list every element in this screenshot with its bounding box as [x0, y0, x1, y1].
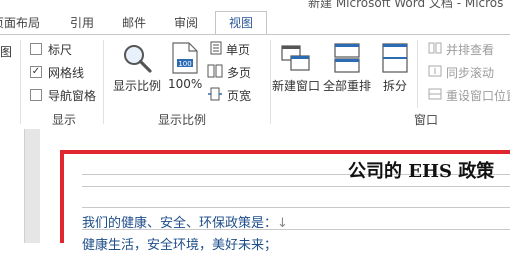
gridline	[82, 186, 510, 187]
zoom-100-button[interactable]: 100 100%	[167, 40, 205, 102]
zoom-100-label: 100%	[168, 77, 203, 91]
document-paragraph[interactable]: 我们的健康、安全、环保政策是：↓	[82, 212, 288, 231]
checkbox-unchecked-icon	[30, 43, 42, 55]
page-width-label: 页宽	[227, 88, 252, 103]
zoom-button-label: 显示比例	[113, 79, 162, 93]
document-heading[interactable]: 公司的 EHS 政策	[348, 157, 494, 183]
paragraph-text: 健康生活，安全环境，美好未来；	[82, 238, 278, 253]
reset-window-icon	[428, 88, 442, 103]
percent-icon-text: 100	[178, 60, 191, 68]
sync-scroll-icon	[428, 65, 442, 80]
checkbox-unchecked-icon	[30, 89, 42, 101]
multiple-pages-icon	[207, 64, 223, 81]
tab-review[interactable]: 审阅	[166, 12, 206, 34]
reset-window-position-label: 重设窗口位置	[446, 88, 510, 103]
multiple-pages-label: 多页	[227, 65, 252, 80]
view-side-by-side-label: 并排查看	[446, 42, 495, 57]
page-width-button[interactable]: 页宽	[207, 86, 251, 104]
ruler-label: 标尺	[48, 42, 73, 57]
tab-page-layout[interactable]: 页面布局	[0, 12, 44, 34]
view-side-by-side-button[interactable]: 并排查看	[428, 40, 494, 58]
vertical-ruler	[0, 129, 25, 243]
split-button[interactable]: 拆分	[377, 40, 413, 102]
ruler-checkbox[interactable]: 标尺	[30, 40, 72, 58]
synchronous-scrolling-label: 同步滚动	[446, 65, 495, 80]
multiple-pages-button[interactable]: 多页	[207, 63, 251, 81]
one-page-icon	[210, 41, 222, 58]
new-window-label: 新建窗口	[272, 79, 321, 93]
zoom-button[interactable]: 显示比例	[111, 40, 163, 102]
arrange-all-icon	[334, 43, 360, 73]
navigation-pane-label: 导航窗格	[48, 88, 97, 103]
paragraph-text: 我们的健康、安全、环保政策是：	[82, 216, 278, 231]
tab-view[interactable]: 视图	[215, 11, 267, 35]
new-window-icon	[281, 45, 310, 71]
one-page-label: 单页	[226, 42, 251, 57]
document-paragraph[interactable]: 健康生活，安全环境，美好未来；	[82, 234, 277, 253]
arrange-all-button[interactable]: 全部重排	[323, 40, 371, 102]
synchronous-scrolling-button[interactable]: 同步滚动	[428, 63, 494, 81]
group-separator	[270, 40, 271, 124]
checkmark-icon: ✓	[30, 66, 42, 78]
tab-references[interactable]: 引用	[62, 12, 102, 34]
split-label: 拆分	[383, 79, 408, 93]
group-separator	[103, 40, 104, 124]
window-group-label: 窗口	[414, 113, 439, 127]
gridlines-checkbox[interactable]: ✓ 网格线	[30, 63, 84, 81]
group-separator	[20, 40, 21, 124]
paragraph-mark-icon: ↓	[277, 216, 288, 231]
page-100-icon: 100	[172, 42, 198, 74]
navigation-pane-checkbox[interactable]: 导航窗格	[30, 86, 96, 104]
zoom-group-label: 显示比例	[158, 113, 207, 127]
show-group-label: 显示	[52, 113, 77, 127]
tab-mailings[interactable]: 邮件	[114, 12, 154, 34]
side-by-side-icon	[428, 42, 442, 57]
split-window-icon	[382, 43, 408, 73]
new-window-button[interactable]: 新建窗口	[272, 40, 320, 102]
page-width-icon	[207, 87, 223, 104]
group-separator	[417, 40, 418, 108]
title-bar: 新建 Microsoft Word 文档 - Micros	[0, 0, 510, 10]
gridlines-label: 网格线	[48, 65, 85, 80]
arrange-all-label: 全部重排	[323, 79, 372, 93]
cut-off-group-label: 图	[0, 45, 13, 59]
one-page-button[interactable]: 单页	[210, 40, 250, 58]
reset-window-position-button[interactable]: 重设窗口位置	[428, 86, 510, 104]
gridline	[82, 207, 510, 208]
magnifier-icon	[124, 45, 152, 73]
